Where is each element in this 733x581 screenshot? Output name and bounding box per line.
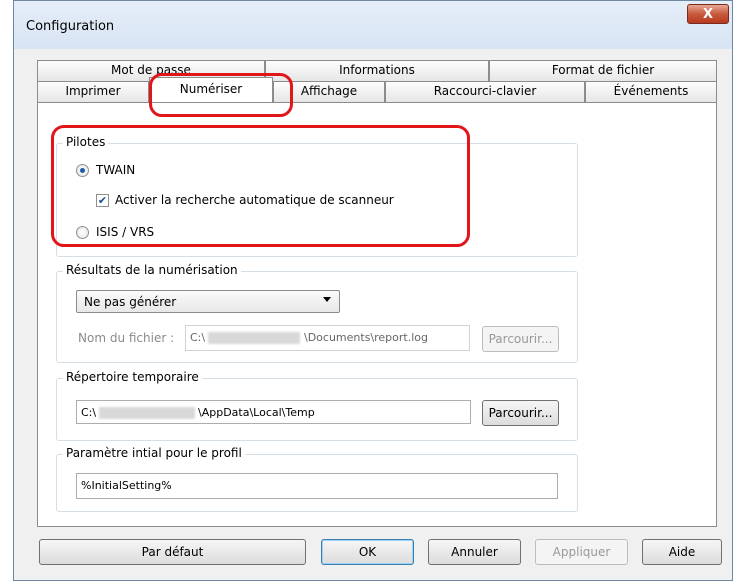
tab-label: Affichage — [300, 84, 358, 98]
button-label: OK — [358, 545, 377, 559]
redacted-text — [99, 407, 195, 419]
tab-label: Format de fichier — [551, 63, 655, 77]
button-label: Aide — [668, 545, 696, 559]
temp-directory-field[interactable]: C:\ \AppData\Local\Temp — [76, 400, 471, 424]
resultats-title: Résultats de la numérisation — [63, 263, 241, 277]
filename-label: Nom du fichier : — [78, 331, 175, 345]
browse-results-button[interactable]: Parcourir... — [482, 326, 559, 352]
tab-informations[interactable]: Informations — [265, 60, 489, 81]
redacted-text — [208, 332, 300, 344]
initial-setting-value: %InitialSetting% — [81, 479, 172, 492]
tab-format-de-fichier[interactable]: Format de fichier — [489, 60, 717, 81]
background-margin — [0, 0, 13, 581]
default-button[interactable]: Par défaut — [39, 539, 306, 565]
tab-evenements[interactable]: Événements — [585, 81, 717, 102]
tab-raccourci-clavier[interactable]: Raccourci-clavier — [385, 81, 585, 102]
resultats-group: Résultats de la numérisation Ne pas géné… — [56, 263, 578, 363]
pilotes-highlight — [51, 125, 470, 247]
filename-prefix: C:\ — [190, 331, 206, 344]
browse-temp-button[interactable]: Parcourir... — [482, 400, 559, 426]
initial-setting-field[interactable]: %InitialSetting% — [76, 473, 558, 499]
help-button[interactable]: Aide — [642, 539, 722, 565]
tab-label: Imprimer — [65, 84, 121, 98]
filename-field[interactable]: C:\ \Documents\report.log — [185, 325, 470, 351]
results-output-select[interactable]: Ne pas générer — [76, 290, 340, 313]
tab-row-back: Mot de passe Informations Format de fich… — [37, 60, 717, 81]
repertoire-group: Répertoire temporaire C:\ \AppData\Local… — [56, 370, 578, 441]
window-title: Configuration — [26, 19, 115, 34]
button-label: Annuler — [451, 545, 498, 559]
button-label: Appliquer — [552, 545, 611, 559]
configuration-dialog: Configuration X Mot de passe Information… — [13, 0, 733, 581]
profil-group: Paramètre intial pour le profil %Initial… — [56, 446, 578, 512]
profil-title: Paramètre intial pour le profil — [63, 446, 245, 460]
apply-button[interactable]: Appliquer — [535, 539, 628, 565]
button-label: Parcourir... — [488, 332, 553, 346]
tab-row-front: Imprimer Numériser Affichage Raccourci-c… — [37, 77, 717, 103]
numeriser-tab-highlight — [149, 73, 293, 117]
repertoire-title: Répertoire temporaire — [63, 370, 202, 384]
tab-imprimer[interactable]: Imprimer — [37, 81, 149, 102]
temp-path-suffix: \AppData\Local\Temp — [198, 406, 315, 419]
tab-label: Événements — [613, 84, 689, 98]
results-output-value: Ne pas générer — [84, 295, 177, 309]
tab-label: Raccourci-clavier — [433, 84, 537, 98]
close-icon: X — [702, 7, 714, 22]
button-label: Parcourir... — [488, 406, 553, 420]
button-label: Par défaut — [141, 545, 204, 559]
tab-label: Informations — [339, 63, 415, 77]
filename-suffix: \Documents\report.log — [304, 331, 428, 344]
title-bar: Configuration X — [14, 1, 732, 49]
cancel-button[interactable]: Annuler — [428, 539, 521, 565]
chevron-down-icon — [323, 297, 331, 302]
close-button[interactable]: X — [687, 4, 729, 24]
temp-path-prefix: C:\ — [81, 406, 97, 419]
ok-button[interactable]: OK — [321, 539, 414, 565]
